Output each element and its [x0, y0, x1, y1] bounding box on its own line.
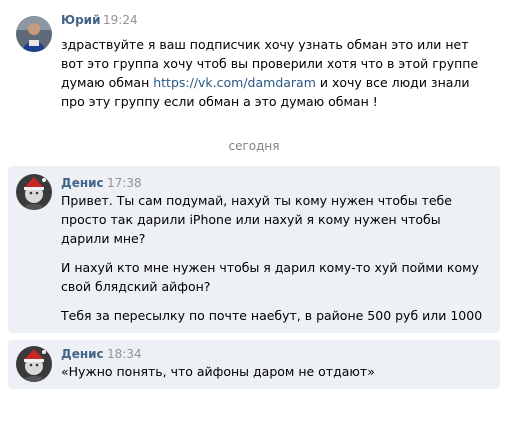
author-name[interactable]: Юрий [61, 13, 101, 27]
message-line: «Нужно понять, что айфоны даром не отдаю… [61, 364, 375, 379]
message-line: свой блядский айфон? [61, 279, 211, 294]
message-line: про эту группу если обман а это думаю об… [61, 94, 378, 109]
message-line: просто так дарили iPhone или нахуй я ком… [61, 212, 441, 227]
group-link[interactable]: https://vk.com/damdaram [153, 75, 316, 90]
message-text: думаю обман [61, 75, 154, 90]
message-line: здраствуйте я ваш подписчик хочу узнать … [61, 37, 469, 52]
avatar-denis[interactable] [16, 174, 52, 210]
message-text: и хочу все люди знали [315, 75, 470, 90]
author-name[interactable]: Денис [61, 347, 104, 361]
message-line: И нахуй кто мне нужен чтобы я дарил кому… [61, 260, 479, 275]
date-separator: сегодня [228, 139, 280, 153]
message-line: Тебя за пересылку по почте наебут, в рай… [61, 308, 483, 323]
message-1: Юрий 19:24 здраствуйте я ваш подписчик х… [8, 10, 500, 115]
message-line: Привет. Ты сам подумай, нахуй ты кому ну… [61, 193, 452, 208]
message-time[interactable]: 17:38 [107, 176, 142, 190]
user-avatar-icon [16, 346, 52, 382]
message-line: дарили мне? [61, 231, 146, 246]
avatar-yuri[interactable] [16, 16, 52, 52]
message-time[interactable]: 18:34 [107, 347, 142, 361]
message-3: Денис 18:34 «Нужно понять, что айфоны да… [8, 340, 500, 389]
message-line: вот это группа хочу чтоб вы проверили хо… [61, 56, 479, 71]
message-2: Денис 17:38 Привет. Ты сам подумай, наху… [8, 166, 500, 333]
user-avatar-icon [16, 16, 52, 52]
user-avatar-icon [16, 174, 52, 210]
message-time[interactable]: 19:24 [103, 13, 138, 27]
author-name[interactable]: Денис [61, 176, 104, 190]
avatar-denis[interactable] [16, 346, 52, 382]
message-line-with-link: думаю обман https://vk.com/damdaram и хо… [61, 73, 470, 92]
